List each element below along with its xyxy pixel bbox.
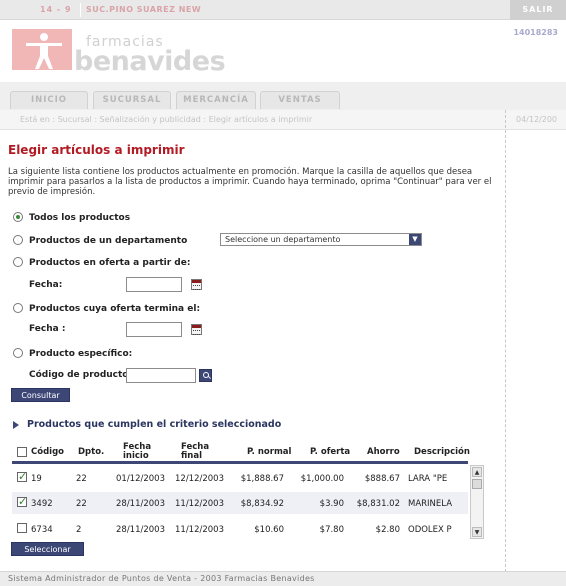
table-row[interactable]: 3492 22 28/11/2003 11/12/2003 $8,834.92 … [12,492,468,514]
current-date: 04/12/200 [516,115,558,124]
calendar-icon[interactable] [191,279,202,290]
tab-ventas[interactable]: VENTAS [260,91,340,109]
tab-sucursal[interactable]: SUCURSAL [93,91,171,109]
top-bar: 14 - 9 SUC.PINO SUAREZ NEW SALIR [0,0,566,20]
tab-mercancia[interactable]: MERCANCÍA [176,91,256,109]
row-checkbox[interactable] [17,470,27,483]
row-checkbox[interactable] [17,523,27,533]
branch-name: SUC.PINO SUAREZ NEW [86,5,202,14]
label-all-products: Todos los productos [29,213,131,223]
label-offer-ends: Productos cuya oferta termina el: [29,304,201,314]
cell-desc: MARINELA [408,499,453,509]
cell-start: 28/11/2003 [116,499,165,509]
cell-dept: 22 [76,474,87,484]
department-select[interactable]: Seleccione un departamento ▼ [220,233,422,246]
label-offer-from: Productos en oferta a partir de: [29,258,191,268]
product-code-input[interactable] [126,368,196,383]
arrow-right-icon [13,421,19,429]
radio-specific-product[interactable] [13,348,23,358]
scroll-down-icon[interactable]: ▼ [472,527,482,537]
cell-desc: LARA "PE [408,474,448,484]
table-row[interactable]: 6734 2 28/11/2003 11/12/2003 $10.60 $7.8… [12,518,468,540]
footer: Sistema Administrador de Puntos de Venta… [0,571,566,586]
breadcrumb: Está en : Sucursal : Señalización y publ… [20,115,313,124]
cell-normal: $1,888.67 [240,474,284,484]
cell-code: 6734 [31,525,53,535]
cell-end: 11/12/2003 [175,499,224,509]
radio-all-products[interactable] [13,212,23,222]
col-header-end: Fecha final [181,442,210,461]
divider [12,461,468,464]
cell-desc: ODOLEX P [408,525,452,535]
calendar-icon[interactable] [191,324,202,335]
cell-saving: $2.80 [375,525,400,535]
col-header-desc: Descripción [414,447,470,457]
date-end-input[interactable] [126,322,182,337]
cell-end: 11/12/2003 [175,525,224,535]
cell-end: 12/12/2003 [175,474,224,484]
cell-code: 19 [31,474,42,484]
cell-offer: $7.80 [319,525,344,535]
table-scrollbar[interactable]: ▲ ▼ [470,465,484,539]
results-title: Productos que cumplen el criterio selecc… [27,419,282,430]
logo-text-benavides: benavides [74,46,226,77]
cell-dept: 2 [76,525,82,535]
logout-button[interactable]: SALIR [510,0,566,20]
label-date-from: Fecha: [29,280,63,290]
consult-button[interactable]: Consultar [11,388,70,402]
breadcrumb-bar: Está en : Sucursal : Señalización y publ… [0,110,566,130]
cell-saving: $888.67 [364,474,400,484]
cell-offer: $3.90 [319,499,344,509]
col-header-start: Fecha inicio [123,442,152,461]
cell-start: 28/11/2003 [116,525,165,535]
cell-normal: $8,834.92 [240,499,284,509]
cell-start: 01/12/2003 [116,474,165,484]
select-all-checkbox[interactable] [17,447,27,457]
header: farmacias benavides 14018283 [0,20,566,82]
radio-offer-ends[interactable] [13,303,23,313]
cell-saving: $8,831.02 [356,499,400,509]
col-header-saving: Ahorro [367,447,400,457]
search-icon[interactable] [199,369,212,382]
cell-offer: $1,000.00 [300,474,344,484]
divider [80,3,81,17]
department-select-value: Seleccione un departamento [225,235,341,244]
cell-code: 3492 [31,499,53,509]
scroll-up-icon[interactable]: ▲ [472,467,482,477]
col-header-normal: P. normal [247,447,292,457]
row-checkbox[interactable] [17,495,27,508]
divider [505,110,506,572]
col-header-dept: Dpto. [78,447,105,457]
table-row[interactable]: 19 22 01/12/2003 12/12/2003 $1,888.67 $1… [12,467,468,489]
col-header-offer: P. oferta [310,447,351,457]
cell-dept: 22 [76,499,87,509]
scroll-thumb[interactable] [472,479,482,489]
tab-inicio[interactable]: INICIO [10,91,88,109]
chevron-down-icon[interactable]: ▼ [409,234,421,245]
date-from-input[interactable] [126,277,182,292]
label-date-end: Fecha : [29,324,66,334]
user-id: 14018283 [513,28,558,37]
cell-normal: $10.60 [254,525,284,535]
page-title: Elegir artículos a imprimir [8,143,185,157]
intro-text: La siguiente lista contiene los producto… [8,167,492,197]
label-specific-product: Producto específico: [29,349,133,359]
col-header-code: Código [31,447,64,457]
label-product-code: Código de producto [29,370,129,380]
radio-department[interactable] [13,235,23,245]
radio-offer-from[interactable] [13,257,23,267]
label-department: Productos de un departamento [29,236,188,246]
footer-text: Sistema Administrador de Puntos de Venta… [8,574,315,583]
select-button[interactable]: Seleccionar [11,542,84,556]
logo-figure-icon [12,29,72,70]
store-code: 14 - 9 [40,5,72,14]
